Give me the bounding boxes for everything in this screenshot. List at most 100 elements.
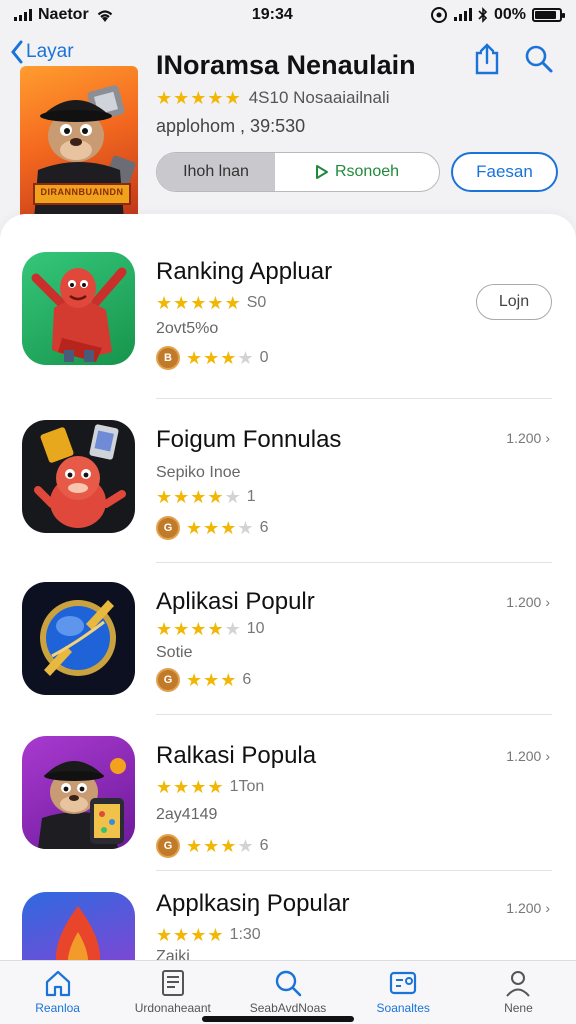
app-price[interactable]: 1.200 ›: [506, 748, 550, 764]
app-rating: ★ ★ ★ ★ ★ 1: [156, 488, 256, 506]
divider: [156, 562, 552, 563]
globe-icon: [40, 600, 116, 676]
status-time: 19:34: [251, 6, 293, 23]
app-icon[interactable]: [22, 582, 135, 695]
coin-icon: G: [156, 516, 180, 540]
tab-library[interactable]: Urdonaheaant: [115, 961, 230, 1024]
tab-label: Reanloa: [35, 1001, 80, 1015]
share-button[interactable]: [470, 42, 504, 76]
featured-app-artwork[interactable]: DIRANNBUAINDN: [20, 66, 138, 220]
tab-label: Nene: [504, 1001, 533, 1015]
artwork-banner-text: DIRANNBUAINDN: [40, 187, 124, 197]
segmented-control: Ihoh lnan Rsonoeh: [156, 152, 440, 192]
app-price[interactable]: 1.200 ›: [506, 594, 550, 610]
profile-icon: [506, 971, 531, 997]
app-badge: B ★ ★ ★ ★ 0: [156, 346, 268, 370]
play-icon: [315, 165, 328, 179]
badge-stars: ★ ★ ★ ★: [186, 518, 254, 538]
chevron-right-icon: ›: [545, 900, 550, 916]
tab-label: Soanaltes: [376, 1001, 430, 1015]
list-item[interactable]: Ranking Appluar ★ ★ ★ ★ ★ S0 2ovt5%o B ★ ★ ★ ★ …: [0, 252, 576, 402]
rating-count: 4S10 Nosaaiailnali: [248, 88, 390, 107]
home-indicator: [202, 1016, 354, 1022]
app-meta: Sotie: [156, 644, 193, 661]
price-text: 1.200: [506, 430, 542, 446]
tab-label: SeabAvdNoas: [249, 1001, 327, 1015]
mascot-icon: [38, 758, 126, 849]
header-rating: ★ ★ ★ ★ ★ 4S10 Nosaaiailnali: [156, 88, 390, 108]
tab-apps[interactable]: Soanaltes: [346, 961, 461, 1024]
divider: [156, 714, 552, 715]
app-badge: G ★ ★ ★ ★ 6: [156, 834, 268, 858]
share-icon: [475, 43, 499, 75]
list-item[interactable]: Foigum Fonnulas Sepiko Inoe ★ ★ ★ ★ ★ 1 G ★ ★…: [0, 420, 576, 570]
app-icon[interactable]: [22, 736, 135, 849]
cellular-icon: [453, 8, 472, 21]
coin-icon: G: [156, 668, 180, 692]
app-name: Ranking Appluar: [156, 258, 333, 285]
app-price[interactable]: 1.200 ›: [506, 900, 550, 916]
badge-stars: ★ ★ ★: [186, 670, 237, 690]
app-icon[interactable]: [22, 420, 135, 533]
app-price[interactable]: 1.200 ›: [506, 430, 550, 446]
signal-icon: [14, 9, 32, 21]
segment-first[interactable]: Ihoh lnan: [157, 153, 275, 191]
chevron-left-icon: [11, 40, 23, 64]
rating-stars: ★ ★ ★ ★ ★: [156, 619, 241, 639]
chevron-right-icon: ›: [545, 748, 550, 764]
status-bar: Naetor 19:34 00%: [0, 0, 576, 30]
back-label: Layar: [26, 41, 74, 62]
battery-percent: 00%: [493, 6, 526, 23]
login-button[interactable]: Lojn: [476, 284, 552, 320]
flame-icon: [55, 906, 101, 960]
app-meta: 2ovt5%o: [156, 320, 219, 337]
list-item[interactable]: Applkasiŋ Popular ★ ★ ★ ★ 1:30 Zaiki 1.200 …: [0, 890, 576, 960]
segment-second-label: Rsonoeh: [334, 163, 400, 180]
search-button[interactable]: [522, 42, 556, 76]
home-icon: [45, 970, 70, 997]
app-rating: ★ ★ ★ ★ 1Ton: [156, 778, 264, 796]
app-badge: G ★ ★ ★ ★ 6: [156, 516, 268, 540]
badge-text: 0: [259, 349, 269, 366]
app-name: Foigum Fonnulas: [156, 426, 342, 453]
badge-text: 6: [259, 837, 269, 854]
app-rating: ★ ★ ★ ★ ★ S0: [156, 294, 266, 312]
chevron-right-icon: ›: [545, 594, 550, 610]
follow-button[interactable]: Faesan: [451, 152, 558, 192]
list-item[interactable]: Aplikasi Populr ★ ★ ★ ★ ★ 10 Sotie G ★ ★ ★ 6 1…: [0, 582, 576, 732]
apps-icon: [390, 971, 417, 995]
back-button[interactable]: Layar: [10, 40, 74, 64]
app-meta: Sepiko Inoe: [156, 464, 241, 481]
rating-text: 10: [246, 620, 265, 637]
divider: [156, 398, 552, 399]
tab-bar: Reanloa Urdonaheaant SeabAvdNoas Soanalt…: [0, 960, 576, 1024]
rating-stars: ★ ★ ★ ★ ★: [156, 487, 241, 507]
tab-search[interactable]: SeabAvdNoas: [230, 961, 345, 1024]
tab-label: Urdonaheaant: [134, 1001, 211, 1015]
list-item[interactable]: Ralkasi Popula ★ ★ ★ ★ 1Ton 2ay4149 G ★ ★ ★ ★ …: [0, 736, 576, 886]
app-meta: Zaiki: [156, 948, 190, 960]
app-icon[interactable]: [22, 892, 135, 960]
rating-stars: ★ ★ ★ ★: [156, 925, 224, 945]
bluetooth-icon: [478, 7, 488, 23]
location-icon: [430, 7, 447, 23]
wifi-icon: [97, 10, 112, 22]
search-icon: [525, 45, 553, 73]
page-title: INoramsa Nenaulain: [156, 50, 416, 80]
tab-profile[interactable]: Nene: [461, 961, 576, 1024]
badge-text: 6: [259, 519, 269, 536]
price-text: 1.200: [506, 594, 542, 610]
app-name: Aplikasi Populr: [156, 588, 315, 615]
badge-text: 6: [242, 671, 252, 688]
segment-second[interactable]: Rsonoeh: [275, 153, 439, 191]
rating-text: 1:30: [229, 926, 261, 943]
app-icon[interactable]: [22, 252, 135, 365]
tab-home[interactable]: Reanloa: [0, 961, 115, 1024]
rating-stars: ★ ★ ★ ★: [156, 777, 224, 797]
rating-stars: ★ ★ ★ ★ ★: [156, 293, 241, 313]
battery-icon: [531, 8, 565, 22]
badge-stars: ★ ★ ★ ★: [186, 836, 254, 856]
app-name: Applkasiŋ Popular: [156, 890, 350, 917]
divider: [156, 870, 552, 871]
app-name: Ralkasi Popula: [156, 742, 317, 769]
